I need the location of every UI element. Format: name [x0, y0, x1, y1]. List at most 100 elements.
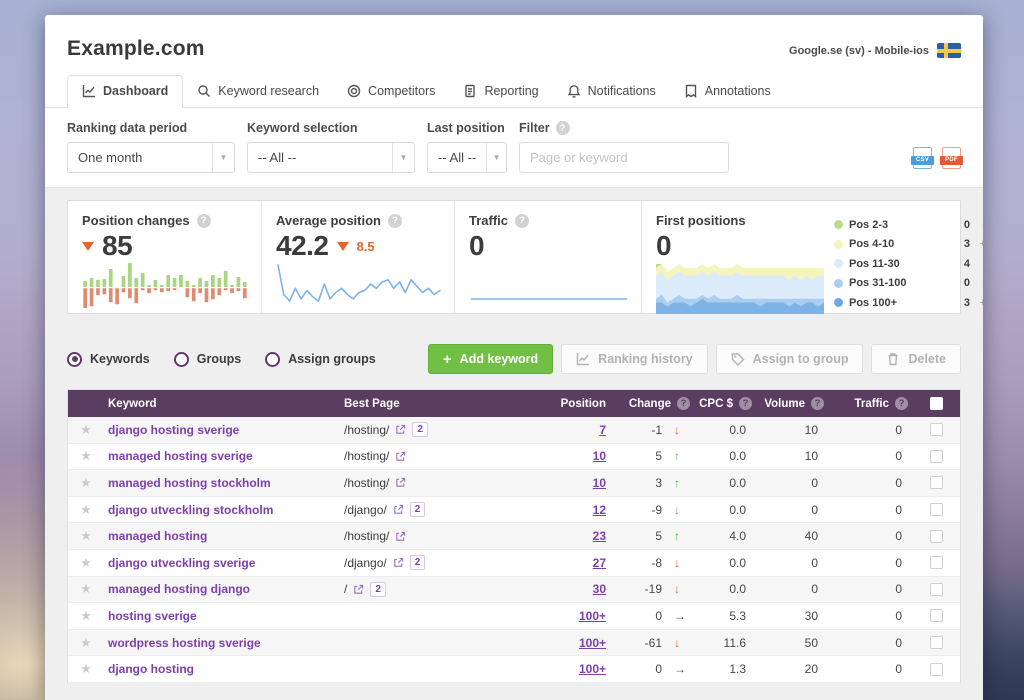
- keyword-link[interactable]: managed hosting: [108, 529, 207, 543]
- radio-groups[interactable]: Groups: [174, 352, 241, 367]
- last-position-select[interactable]: -- All -- ▼: [427, 142, 507, 173]
- row-checkbox[interactable]: [930, 583, 943, 596]
- favorite-star-icon[interactable]: ★: [68, 608, 104, 624]
- volume-help-icon[interactable]: ?: [811, 397, 824, 410]
- favorite-star-icon[interactable]: ★: [68, 475, 104, 491]
- select-all-checkbox[interactable]: [930, 397, 943, 410]
- table-row: ★managed hosting django/230-19↓0.000: [68, 577, 960, 604]
- keyword-link[interactable]: wordpress hosting sverige: [108, 636, 261, 650]
- keyword-link[interactable]: django utveckling stockholm: [108, 503, 273, 517]
- export-csv-icon[interactable]: CSV: [913, 147, 932, 169]
- keyword-link[interactable]: managed hosting stockholm: [108, 476, 271, 490]
- col-keyword[interactable]: Keyword: [104, 398, 340, 410]
- keyword-link[interactable]: django hosting: [108, 662, 194, 676]
- position-link[interactable]: 10: [593, 449, 606, 463]
- row-checkbox[interactable]: [930, 609, 943, 622]
- radio-selected-icon: [67, 352, 82, 367]
- external-link-icon[interactable]: [393, 504, 404, 515]
- position-link[interactable]: 100+: [579, 662, 606, 676]
- external-link-icon[interactable]: [395, 451, 406, 462]
- position-link[interactable]: 7: [599, 423, 606, 437]
- favorite-star-icon[interactable]: ★: [68, 635, 104, 651]
- ranking-history-button[interactable]: Ranking history: [561, 344, 707, 374]
- add-keyword-button[interactable]: + Add keyword: [428, 344, 553, 374]
- position-link[interactable]: 100+: [579, 609, 606, 623]
- col-cpc[interactable]: CPC $ ?: [694, 397, 756, 410]
- legend-item[interactable]: Pos 2-3 0 -1: [834, 215, 983, 235]
- change-value: 5: [616, 529, 666, 543]
- favorite-star-icon[interactable]: ★: [68, 502, 104, 518]
- keyword-link[interactable]: django utveckling sverige: [108, 556, 255, 570]
- external-link-icon[interactable]: [395, 424, 406, 435]
- pages-count-badge[interactable]: 2: [410, 555, 426, 570]
- row-checkbox[interactable]: [930, 556, 943, 569]
- cpc-help-icon[interactable]: ?: [739, 397, 752, 410]
- position-changes-help-icon[interactable]: ?: [197, 214, 211, 228]
- favorite-star-icon[interactable]: ★: [68, 555, 104, 571]
- tab-label: Competitors: [368, 84, 435, 98]
- col-traffic[interactable]: Traffic ?: [828, 397, 912, 410]
- traffic-help-icon[interactable]: ?: [895, 397, 908, 410]
- favorite-star-icon[interactable]: ★: [68, 581, 104, 597]
- row-checkbox[interactable]: [930, 423, 943, 436]
- tab-reporting[interactable]: Reporting: [449, 75, 552, 107]
- position-link[interactable]: 27: [593, 556, 606, 570]
- row-checkbox[interactable]: [930, 476, 943, 489]
- tab-keyword-research[interactable]: Keyword research: [183, 75, 333, 107]
- cpc-value: 0.0: [694, 582, 756, 596]
- period-select[interactable]: One month ▼: [67, 142, 235, 173]
- external-link-icon[interactable]: [393, 557, 404, 568]
- keyword-link[interactable]: managed hosting django: [108, 582, 250, 596]
- position-link[interactable]: 10: [593, 476, 606, 490]
- keyword-link[interactable]: managed hosting sverige: [108, 449, 253, 463]
- average-position-help-icon[interactable]: ?: [388, 214, 402, 228]
- favorite-star-icon[interactable]: ★: [68, 661, 104, 677]
- tab-dashboard[interactable]: Dashboard: [67, 75, 183, 108]
- favorite-star-icon[interactable]: ★: [68, 422, 104, 438]
- col-best-page[interactable]: Best Page: [340, 398, 546, 410]
- row-checkbox[interactable]: [930, 636, 943, 649]
- pages-count-badge[interactable]: 2: [412, 422, 428, 437]
- tab-notifications[interactable]: Notifications: [553, 75, 670, 107]
- change-help-icon[interactable]: ?: [677, 397, 690, 410]
- export-pdf-icon[interactable]: PDF: [942, 147, 961, 169]
- keyword-selection-select[interactable]: -- All -- ▼: [247, 142, 415, 173]
- keyword-link[interactable]: django hosting sverige: [108, 423, 239, 437]
- external-link-icon[interactable]: [353, 584, 364, 595]
- search-engine-profile[interactable]: Google.se (sv) - Mobile-ios: [789, 43, 961, 58]
- external-link-icon[interactable]: [395, 531, 406, 542]
- pages-count-badge[interactable]: 2: [370, 582, 386, 597]
- row-checkbox[interactable]: [930, 503, 943, 516]
- summary-cards: Position changes ? 85 Average position ?…: [67, 200, 961, 314]
- keyword-link[interactable]: hosting sverige: [108, 609, 197, 623]
- assign-to-group-button[interactable]: Assign to group: [716, 344, 864, 374]
- filter-help-icon[interactable]: ?: [556, 121, 570, 135]
- col-change[interactable]: Change ?: [616, 397, 694, 410]
- external-link-icon[interactable]: [395, 477, 406, 488]
- col-position[interactable]: Position: [546, 398, 616, 410]
- favorite-star-icon[interactable]: ★: [68, 528, 104, 544]
- col-volume[interactable]: Volume ?: [756, 397, 828, 410]
- legend-item[interactable]: Pos 100+ 3 +1: [834, 293, 983, 313]
- delete-button[interactable]: Delete: [871, 344, 961, 374]
- legend-item[interactable]: Pos 31-100 0 -1: [834, 274, 983, 294]
- row-checkbox[interactable]: [930, 530, 943, 543]
- radio-keywords[interactable]: Keywords: [67, 352, 150, 367]
- table-row: ★django utveckling sverige/django/227-8↓…: [68, 550, 960, 577]
- traffic-help-icon[interactable]: ?: [515, 214, 529, 228]
- radio-assign-groups[interactable]: Assign groups: [265, 352, 376, 367]
- position-link[interactable]: 23: [593, 529, 606, 543]
- legend-item[interactable]: Pos 4-10 3 +2: [834, 235, 983, 255]
- tab-annotations[interactable]: Annotations: [670, 75, 785, 107]
- row-checkbox[interactable]: [930, 663, 943, 676]
- position-link[interactable]: 30: [593, 582, 606, 596]
- tab-competitors[interactable]: Competitors: [333, 75, 449, 107]
- legend-item[interactable]: Pos 11-30 4 -1: [834, 254, 983, 274]
- row-checkbox[interactable]: [930, 450, 943, 463]
- position-link[interactable]: 12: [593, 503, 606, 517]
- favorite-star-icon[interactable]: ★: [68, 448, 104, 464]
- change-value: -1: [616, 423, 666, 437]
- filter-input[interactable]: [519, 142, 729, 173]
- position-link[interactable]: 100+: [579, 636, 606, 650]
- pages-count-badge[interactable]: 2: [410, 502, 426, 517]
